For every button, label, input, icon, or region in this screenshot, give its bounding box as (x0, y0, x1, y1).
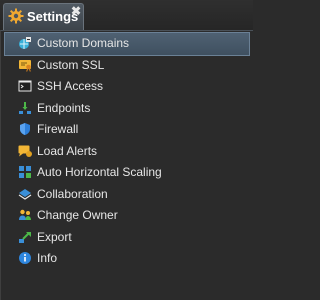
menu-item-ssh-access[interactable]: SSH Access (5, 76, 249, 98)
tab-settings[interactable]: Settings ✖ (3, 3, 84, 30)
menu-item-label: SSH Access (37, 79, 104, 93)
endpoints-icon (18, 101, 32, 115)
alert-icon (18, 144, 32, 158)
menu-item-label: Custom SSL (37, 57, 105, 72)
tab-bar: Settings ✖ (0, 0, 253, 30)
menu-item-load-alerts[interactable]: Load Alerts (5, 141, 249, 163)
gear-icon (8, 8, 24, 24)
menu-item-label: Endpoints (37, 100, 91, 115)
menu-item-info[interactable]: Info (5, 248, 249, 270)
certificate-icon (18, 58, 32, 72)
custom-domains-icon (18, 36, 32, 50)
menu-item-endpoints[interactable]: Endpoints (5, 98, 249, 120)
settings-menu: Custom Domains Custom SSL SSH Access End… (4, 32, 250, 270)
menu-item-label: Auto Horizontal Scaling (37, 165, 162, 179)
menu-item-custom-ssl[interactable]: Custom SSL (5, 55, 249, 77)
menu-item-label: Change Owner (37, 208, 118, 222)
menu-item-firewall[interactable]: Firewall (5, 119, 249, 141)
menu-item-custom-domains[interactable]: Custom Domains (4, 32, 250, 56)
menu-item-export[interactable]: Export (5, 227, 249, 249)
menu-item-label: Firewall (37, 122, 79, 136)
close-icon[interactable]: ✖ (71, 5, 81, 17)
menu-item-label: Custom Domains (37, 36, 130, 50)
terminal-icon (18, 79, 32, 93)
shield-icon (18, 122, 32, 136)
info-icon (18, 251, 32, 265)
export-icon (18, 230, 32, 244)
change-owner-icon (18, 208, 32, 222)
menu-item-collaboration[interactable]: Collaboration (5, 184, 249, 206)
settings-panel: Custom Domains Custom SSL SSH Access End… (0, 30, 253, 300)
menu-item-label: Load Alerts (37, 143, 98, 158)
collaboration-icon (18, 187, 32, 201)
menu-item-auto-horizontal-scaling[interactable]: Auto Horizontal Scaling (5, 162, 249, 184)
menu-item-change-owner[interactable]: Change Owner (5, 205, 249, 227)
scaling-icon (18, 165, 32, 179)
menu-item-label: Collaboration (37, 186, 108, 201)
menu-item-label: Info (37, 251, 58, 265)
menu-item-label: Export (37, 229, 72, 244)
